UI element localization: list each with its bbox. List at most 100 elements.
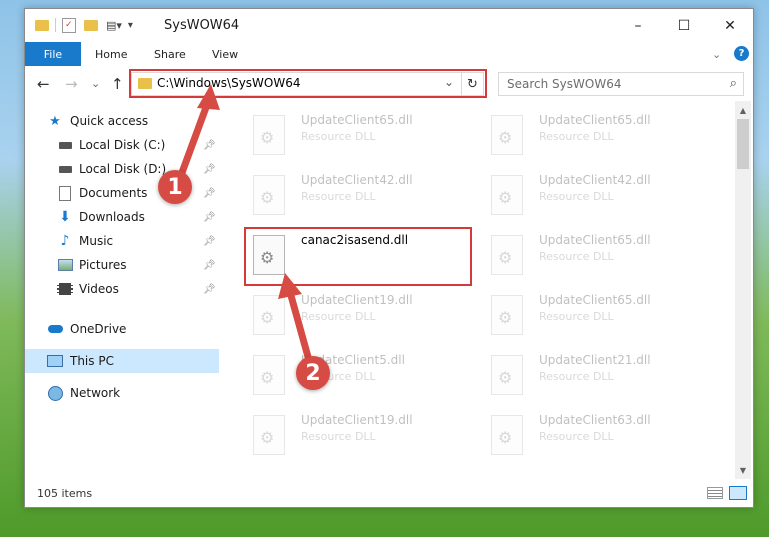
file-item[interactable]: ⚙ UpdateClient19.dll Resource DLL — [247, 409, 477, 461]
downloads-icon: ⬇ — [59, 209, 71, 225]
maximize-button[interactable]: ☐ — [661, 9, 707, 42]
file-type: Resource DLL — [539, 310, 614, 323]
dll-file-icon: ⚙ — [253, 175, 285, 215]
computer-icon — [47, 353, 63, 369]
file-name: UpdateClient63.dll — [539, 413, 651, 427]
file-name: UpdateClient42.dll — [301, 173, 413, 187]
scroll-thumb[interactable] — [737, 119, 749, 169]
pin-icon[interactable]: 📌︎ — [203, 164, 216, 175]
file-name: UpdateClient65.dll — [539, 293, 651, 307]
file-item[interactable]: ⚙ UpdateClient5.dll Resource DLL — [247, 349, 477, 401]
file-type: Resource DLL — [301, 430, 376, 443]
pin-icon[interactable]: 📌︎ — [203, 140, 216, 151]
address-bar-highlight — [129, 69, 487, 98]
properties-icon[interactable]: ✓ — [62, 17, 76, 33]
vertical-scrollbar[interactable]: ▲ ▼ — [735, 101, 751, 479]
step-marker-2: 2 — [296, 356, 330, 390]
pin-icon[interactable]: 📌︎ — [203, 188, 216, 199]
network-icon — [47, 385, 63, 401]
sidebar-item-local-disk-d[interactable]: Local Disk (D:) 📌︎ — [25, 157, 219, 181]
dll-file-icon: ⚙ — [491, 115, 523, 155]
close-button[interactable]: ✕ — [707, 9, 753, 42]
file-item[interactable]: ⚙ UpdateClient65.dll Resource DLL — [485, 229, 715, 281]
file-item[interactable]: ⚙ UpdateClient21.dll Resource DLL — [485, 349, 715, 401]
file-name: UpdateClient65.dll — [301, 113, 413, 127]
file-type: Resource DLL — [539, 190, 614, 203]
drive-icon — [57, 161, 73, 177]
pin-icon[interactable]: 📌︎ — [203, 284, 216, 295]
file-highlight — [244, 227, 472, 286]
file-name: UpdateClient19.dll — [301, 293, 413, 307]
pin-icon[interactable]: 📌︎ — [203, 260, 216, 271]
dll-file-icon: ⚙ — [491, 355, 523, 395]
file-item[interactable]: ⚙ UpdateClient42.dll Resource DLL — [485, 169, 715, 221]
status-bar: 105 items — [25, 479, 753, 507]
ribbon-collapse-icon[interactable]: ⌄ — [712, 42, 721, 66]
scroll-up-icon[interactable]: ▲ — [735, 103, 751, 117]
recent-locations-button[interactable]: ⌄ — [91, 77, 100, 90]
toolbar-dropdown-icon[interactable]: ▾ — [128, 20, 133, 31]
pin-icon[interactable]: 📌︎ — [203, 236, 216, 247]
pin-icon[interactable]: 📌︎ — [203, 212, 216, 223]
tab-home[interactable]: Home — [95, 42, 127, 66]
sidebar-item-label: Music — [79, 234, 114, 248]
details-view-icon[interactable] — [707, 487, 723, 499]
search-box[interactable]: Search SysWOW64 ⌕ — [498, 72, 744, 96]
minimize-button[interactable]: – — [615, 9, 661, 42]
dll-file-icon: ⚙ — [253, 355, 285, 395]
sidebar-item-label: Videos — [79, 282, 119, 296]
forward-button[interactable]: → — [65, 75, 78, 93]
file-item[interactable]: ⚙ UpdateClient65.dll Resource DLL — [485, 109, 715, 161]
tab-view[interactable]: View — [212, 42, 238, 66]
sidebar-item-videos[interactable]: Videos 📌︎ — [25, 277, 219, 301]
dll-file-icon: ⚙ — [491, 175, 523, 215]
star-icon: ★ — [49, 113, 61, 129]
new-folder-icon[interactable] — [84, 19, 98, 31]
file-type: Resource DLL — [539, 130, 614, 143]
file-type: Resource DLL — [301, 190, 376, 203]
file-item[interactable]: ⚙ UpdateClient65.dll Resource DLL — [247, 109, 477, 161]
file-item[interactable]: ⚙ UpdateClient65.dll Resource DLL — [485, 289, 715, 341]
separator — [55, 18, 56, 32]
sidebar-item-downloads[interactable]: ⬇ Downloads 📌︎ — [25, 205, 219, 229]
pictures-icon — [57, 257, 73, 273]
dll-file-icon: ⚙ — [253, 115, 285, 155]
step-marker-1: 1 — [158, 170, 192, 204]
customize-toolbar-icon[interactable]: ▤▾ — [106, 19, 122, 32]
file-item[interactable]: ⚙ UpdateClient42.dll Resource DLL — [247, 169, 477, 221]
sidebar-item-label: Network — [70, 386, 121, 400]
search-icon[interactable]: ⌕ — [730, 76, 737, 91]
sidebar-item-local-disk-c[interactable]: Local Disk (C:) 📌︎ — [25, 133, 219, 157]
file-name: UpdateClient65.dll — [539, 233, 651, 247]
file-name: UpdateClient65.dll — [539, 113, 651, 127]
up-button[interactable]: ↑ — [111, 75, 124, 93]
window-title: SysWOW64 — [164, 18, 240, 33]
dll-file-icon: ⚙ — [491, 295, 523, 335]
file-name: UpdateClient21.dll — [539, 353, 651, 367]
file-type: Resource DLL — [301, 130, 376, 143]
file-name: UpdateClient19.dll — [301, 413, 413, 427]
sidebar-item-pictures[interactable]: Pictures 📌︎ — [25, 253, 219, 277]
sidebar-item-onedrive[interactable]: OneDrive — [25, 317, 219, 341]
sidebar-item-music[interactable]: ♪ Music 📌︎ — [25, 229, 219, 253]
dll-file-icon: ⚙ — [491, 235, 523, 275]
navigation-pane: ★ Quick access Local Disk (C:) 📌︎ Local … — [25, 101, 219, 479]
tab-share[interactable]: Share — [154, 42, 186, 66]
sidebar-item-network[interactable]: Network — [25, 381, 219, 405]
sidebar-item-label: Local Disk (D:) — [79, 162, 167, 176]
file-type: Resource DLL — [539, 430, 614, 443]
quick-access-toolbar: ✓ ▤▾ ▾ — [35, 16, 133, 34]
large-icons-view-icon[interactable] — [729, 486, 747, 500]
file-item[interactable]: ⚙ UpdateClient63.dll Resource DLL — [485, 409, 715, 461]
scroll-down-icon[interactable]: ▼ — [735, 463, 751, 477]
search-input[interactable]: Search SysWOW64 — [507, 77, 621, 91]
sidebar-item-label: Local Disk (C:) — [79, 138, 166, 152]
file-item[interactable]: ⚙ UpdateClient19.dll Resource DLL — [247, 289, 477, 341]
sidebar-item-this-pc[interactable]: This PC — [25, 349, 219, 373]
file-type: Resource DLL — [539, 250, 614, 263]
drive-icon — [57, 137, 73, 153]
back-button[interactable]: ← — [37, 75, 50, 93]
help-icon[interactable]: ? — [734, 46, 749, 61]
tab-file[interactable]: File — [25, 42, 81, 66]
sidebar-item-quick-access[interactable]: ★ Quick access — [25, 109, 219, 133]
